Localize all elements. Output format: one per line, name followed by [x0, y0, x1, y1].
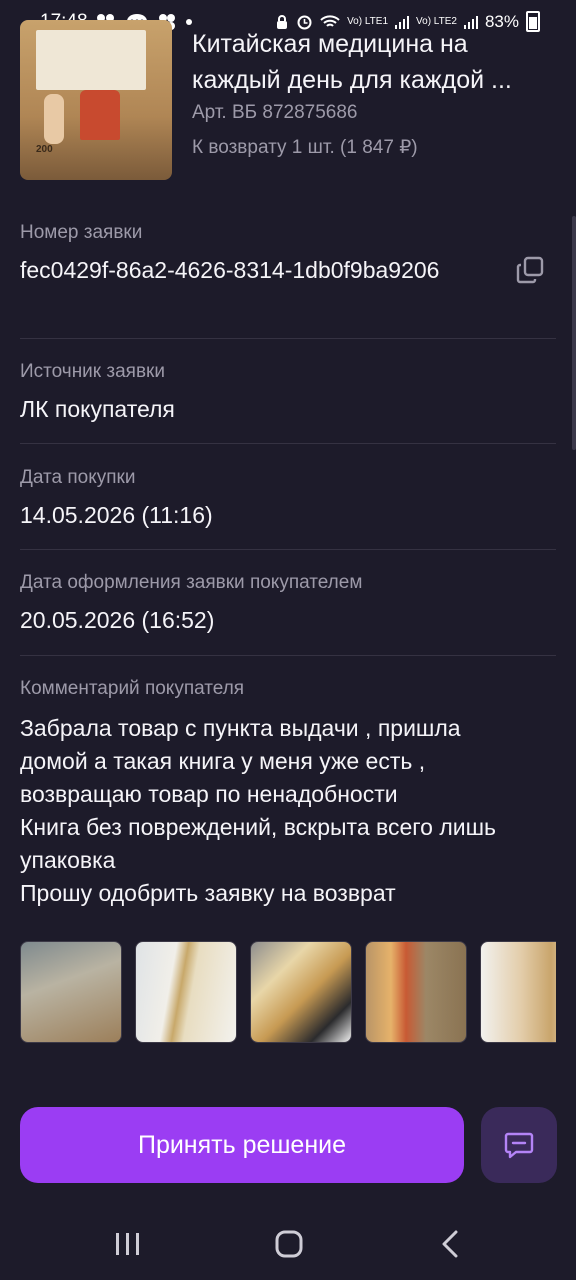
- comment-line: упаковка: [20, 847, 116, 873]
- comment-line: Книга без повреждений, вскрыта всего лиш…: [20, 814, 497, 840]
- comment-line: Прошу одобрить заявку на возврат: [20, 880, 396, 906]
- purchase-date-label: Дата покупки: [20, 467, 136, 488]
- chat-button[interactable]: [481, 1107, 557, 1183]
- comment-text: Забрала товар с пункта выдачи , пришла д…: [20, 712, 556, 910]
- recents-icon[interactable]: [114, 1232, 142, 1256]
- request-number-value: fec0429f-86a2-4626-8314-1db0f9ba9206: [20, 257, 440, 283]
- product-summary[interactable]: 200 Китайская медицина на каждый день дл…: [20, 20, 556, 185]
- purchase-date-value: 14.05.2026 (11:16): [20, 502, 213, 528]
- photo-thumbnail[interactable]: [480, 941, 556, 1043]
- copy-icon: [516, 256, 544, 284]
- field-purchase-date: Дата покупки 14.05.2026 (11:16): [20, 467, 556, 532]
- divider: [20, 549, 556, 550]
- cover-person-figure: [80, 90, 120, 140]
- photo-thumbnail[interactable]: [365, 941, 467, 1043]
- photo-thumbnail[interactable]: [135, 941, 237, 1043]
- photo-thumbnail[interactable]: [250, 941, 352, 1043]
- comment-line: домой а такая книга у меня уже есть ,: [20, 748, 426, 774]
- cover-title-band: [36, 30, 146, 90]
- product-article: Арт. ВБ 872875686: [192, 102, 358, 123]
- back-icon[interactable]: [440, 1230, 460, 1258]
- field-request-number: Номер заявки fec0429f-86a2-4626-8314-1db…: [20, 222, 556, 287]
- cover-number: 200: [36, 144, 53, 155]
- request-number-label: Номер заявки: [20, 222, 143, 243]
- comment-line: возвращаю товар по ненадобности: [20, 781, 398, 807]
- comment-label: Комментарий покупателя: [20, 678, 245, 699]
- request-date-value: 20.05.2026 (16:52): [20, 607, 215, 633]
- product-return-info: К возврату 1 шт. (1 847 ₽): [192, 137, 418, 158]
- divider: [20, 655, 556, 656]
- product-title[interactable]: Китайская медицина на каждый день для ка…: [192, 26, 556, 98]
- divider: [20, 443, 556, 444]
- field-request-date: Дата оформления заявки покупателем 20.05…: [20, 572, 556, 637]
- request-date-label: Дата оформления заявки покупателем: [20, 572, 363, 593]
- divider: [20, 338, 556, 339]
- cover-anatomy-figure: [44, 94, 64, 144]
- make-decision-button[interactable]: Принять решение: [20, 1107, 464, 1183]
- product-cover-image[interactable]: 200: [20, 20, 172, 180]
- field-request-source: Источник заявки ЛК покупателя: [20, 361, 556, 426]
- request-source-label: Источник заявки: [20, 361, 165, 382]
- chat-icon: [504, 1132, 534, 1159]
- home-icon[interactable]: [275, 1230, 303, 1258]
- copy-button[interactable]: [516, 256, 544, 284]
- comment-line: Забрала товар с пункта выдачи , пришла: [20, 715, 461, 741]
- photo-thumbnail[interactable]: [20, 941, 122, 1043]
- photo-gallery[interactable]: [20, 941, 556, 1043]
- system-nav-bar: [0, 1200, 576, 1280]
- scrollbar[interactable]: [572, 216, 576, 450]
- field-buyer-comment: Комментарий покупателя Забрала товар с п…: [20, 678, 556, 910]
- request-source-value: ЛК покупателя: [20, 396, 175, 422]
